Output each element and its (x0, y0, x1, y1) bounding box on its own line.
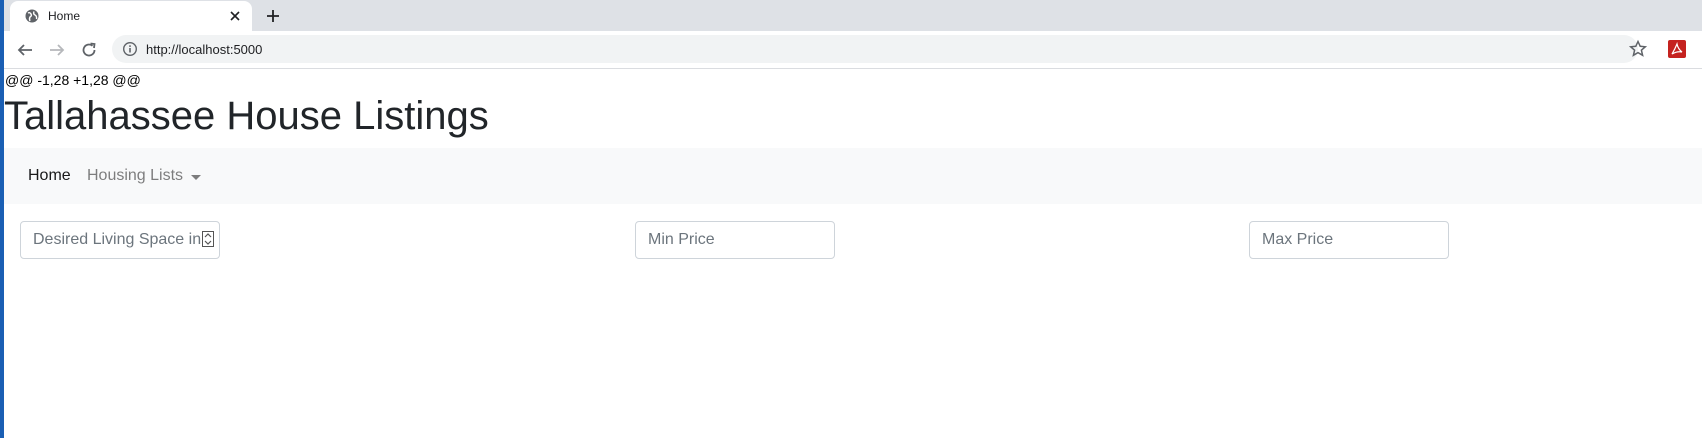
tab-title: Home (48, 9, 81, 23)
housing-lists-label: Housing Lists (87, 167, 184, 184)
diff-header-text: @@ -1,28 +1,28 @@ (5, 72, 141, 88)
star-icon[interactable] (1628, 39, 1648, 59)
caret-down-icon (191, 174, 202, 180)
browser-tab[interactable]: Home (10, 1, 252, 31)
spinner-icon[interactable] (202, 231, 214, 247)
max-price-input[interactable] (1249, 221, 1449, 259)
close-icon[interactable] (226, 7, 244, 25)
reload-icon[interactable] (78, 39, 100, 61)
window-edge-strip (0, 0, 4, 438)
page-content: @@ -1,28 +1,28 @@ Tallahassee House List… (4, 70, 1702, 438)
living-space-wrap (20, 221, 220, 259)
living-space-input[interactable] (20, 221, 220, 259)
nav-link-home[interactable]: Home (28, 167, 71, 185)
min-price-input[interactable] (635, 221, 835, 259)
info-icon[interactable] (122, 41, 138, 57)
address-bar[interactable]: http://localhost:5000 (112, 35, 1638, 63)
browser-tab-bar: Home (0, 0, 1702, 31)
forward-icon[interactable] (46, 39, 68, 61)
navbar: Home Housing Lists (4, 148, 1702, 204)
page-title: Tallahassee House Listings (4, 94, 489, 138)
plus-icon[interactable] (262, 5, 284, 27)
pdf-icon[interactable] (1668, 40, 1686, 58)
back-icon[interactable] (14, 39, 36, 61)
url-text: http://localhost:5000 (146, 42, 263, 57)
housing-lists-dropdown[interactable]: Housing Lists (87, 167, 202, 185)
browser-toolbar: http://localhost:5000 (0, 31, 1702, 69)
globe-icon (25, 9, 39, 23)
